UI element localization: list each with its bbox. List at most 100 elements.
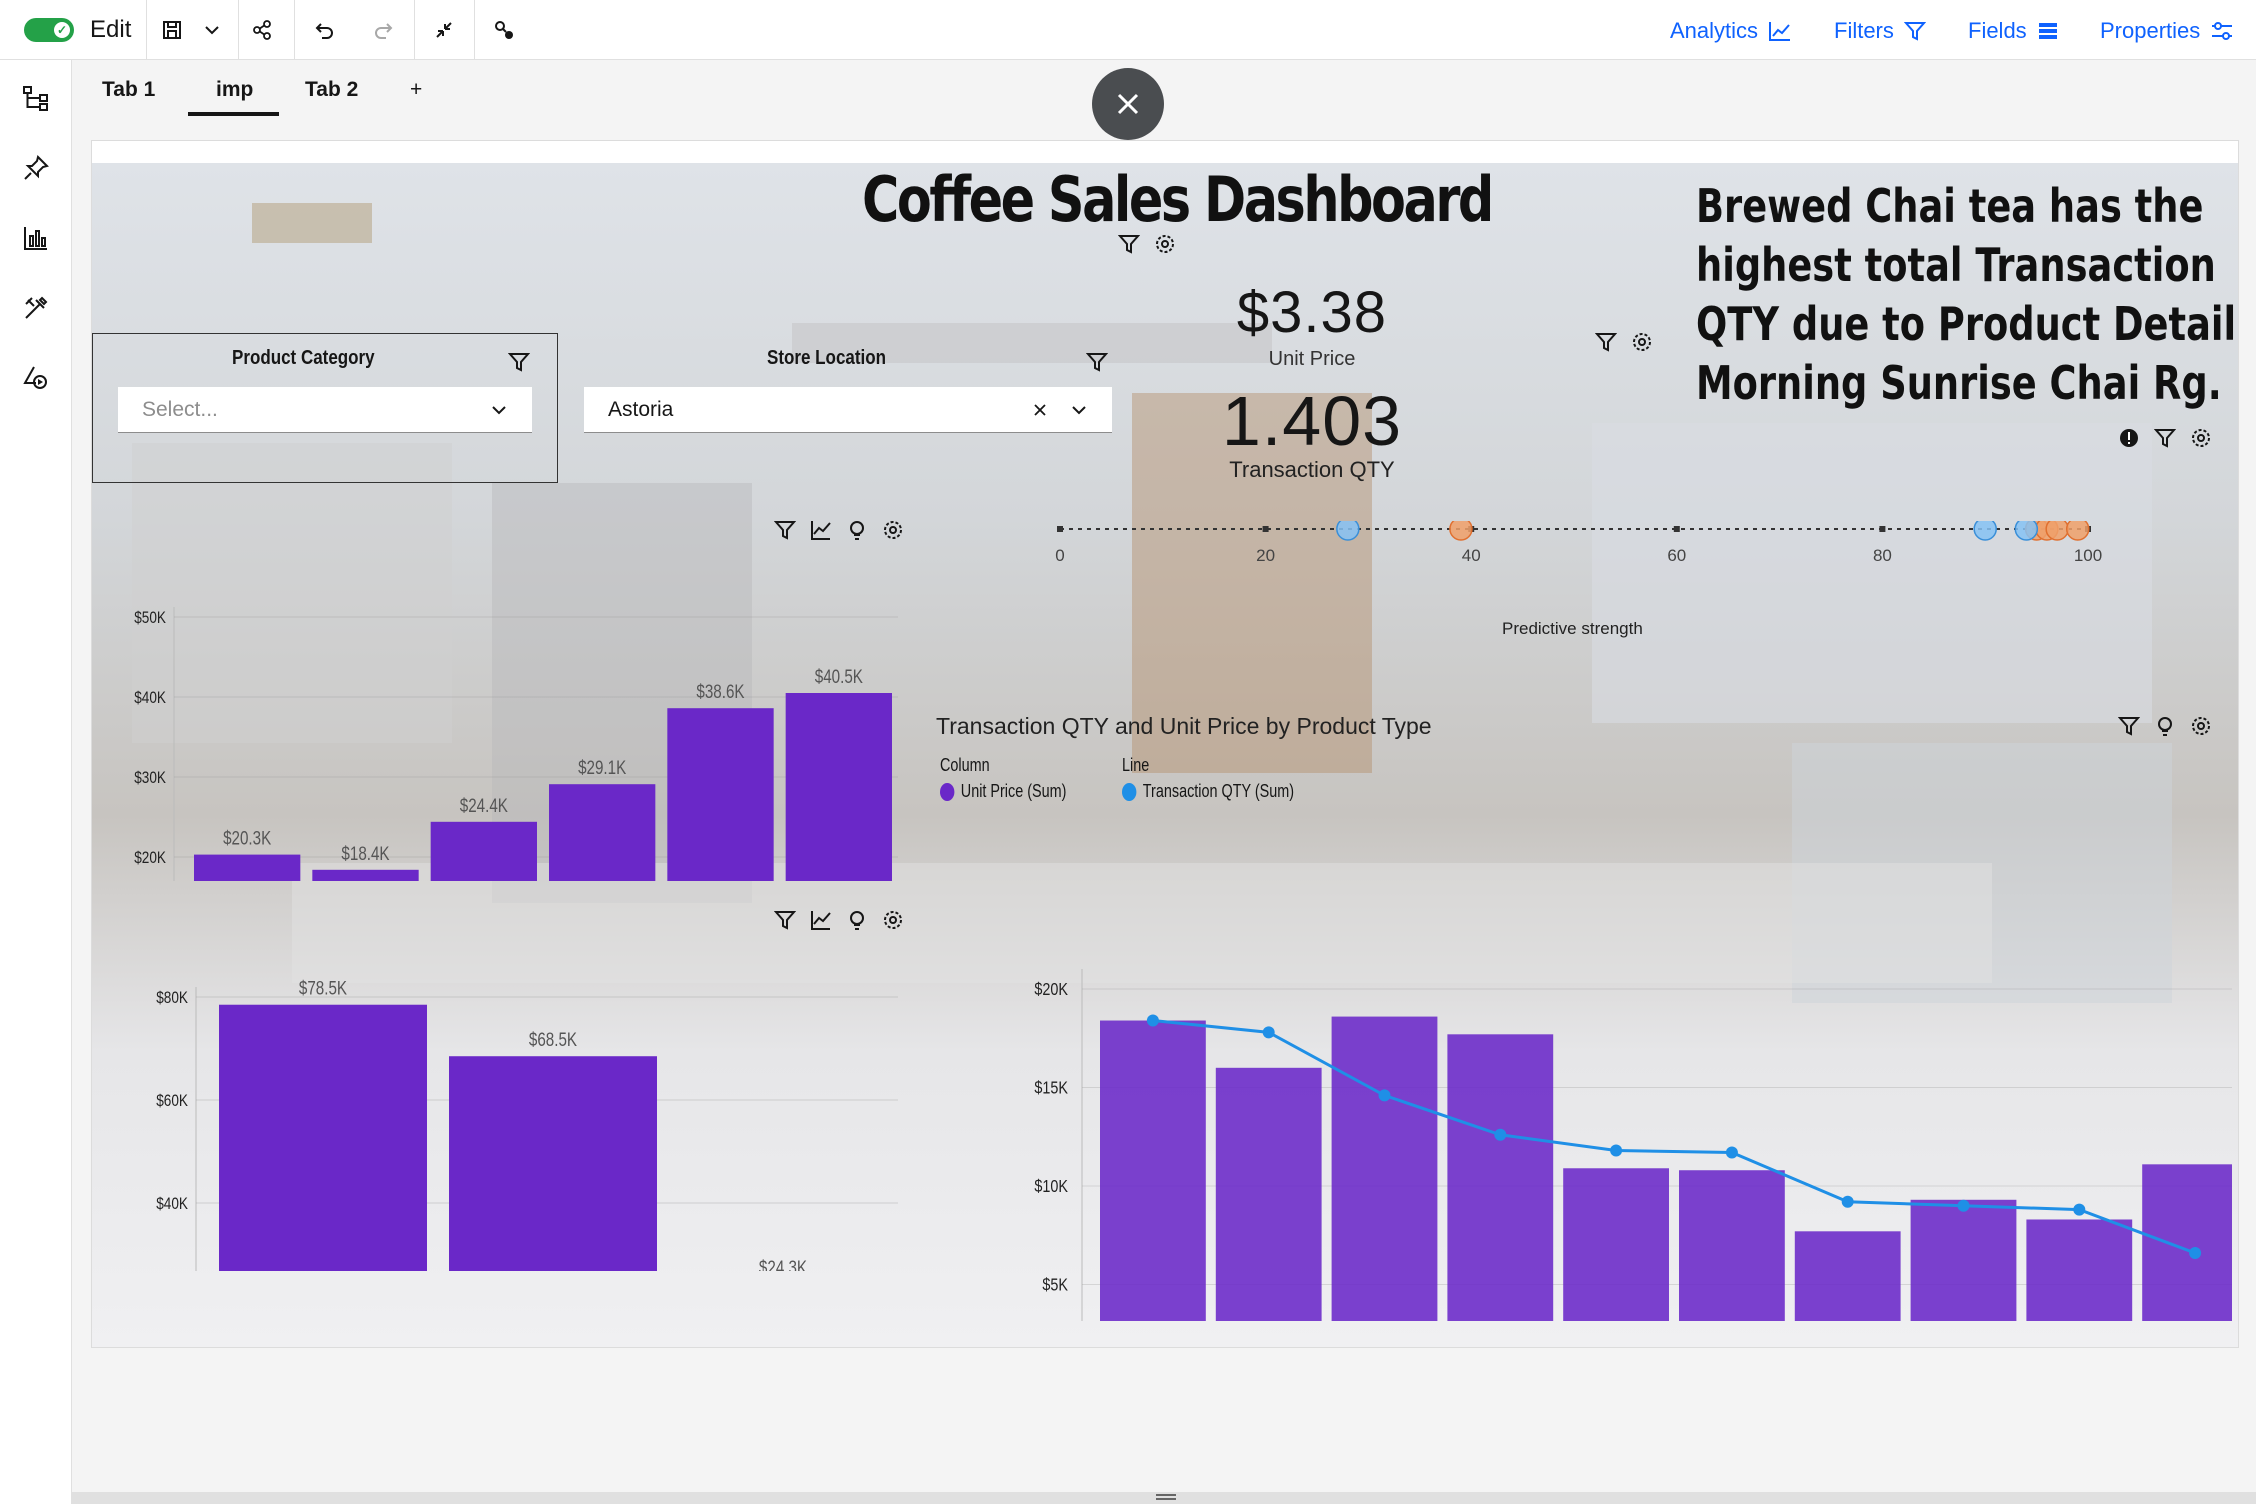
edit-label: Edit (90, 16, 132, 43)
select-value: Astoria (608, 397, 674, 421)
filters-label: Filters (1834, 18, 1894, 43)
monthly-chart-controls (774, 519, 904, 541)
connect-icon[interactable] (488, 14, 520, 46)
tick-label: 20 (1256, 546, 1275, 565)
store-location-select[interactable]: Astoria (584, 387, 1112, 433)
data-label: $38.6K (696, 681, 745, 703)
monthly-sales-chart: $0.00$10K$20K$30K$40K$50K$20.3KJanuary$1… (134, 607, 898, 881)
combo-chart-controls (2118, 715, 2212, 737)
blue-point (1336, 521, 1360, 541)
clear-icon[interactable] (1032, 402, 1048, 418)
bar (430, 821, 537, 881)
alert-icon[interactable] (2118, 427, 2140, 449)
filters-button[interactable]: Filters (1834, 18, 1926, 44)
fields-icon (2038, 23, 2057, 39)
trend-icon[interactable] (810, 519, 832, 541)
insight-text: Brewed Chai tea has the highest total Tr… (1696, 179, 2237, 410)
data-label: $20.3K (223, 827, 272, 849)
bar (1447, 1034, 1554, 1321)
line-point (2189, 1246, 2202, 1259)
tick-label: 100 (2074, 546, 2102, 565)
line-point (1610, 1144, 1623, 1157)
filter-icon[interactable] (1595, 331, 1617, 353)
unit-price-kpi: $3.38 Unit Price (1172, 279, 1452, 371)
filter-icon[interactable] (2118, 715, 2140, 737)
unit-price-label: Unit Price (1268, 348, 1356, 370)
shapes-icon[interactable] (18, 360, 54, 396)
redo-icon[interactable] (368, 14, 400, 46)
lightbulb-icon[interactable] (2154, 715, 2176, 737)
y-left-tick-label: $5K (1042, 1275, 1068, 1295)
lightbulb-icon[interactable] (846, 909, 868, 931)
lightbulb-icon[interactable] (846, 519, 868, 541)
line-point (1957, 1199, 1970, 1212)
settings-icon[interactable] (2190, 715, 2212, 737)
bar-chart-icon[interactable] (18, 220, 54, 256)
filter-icon[interactable] (1118, 233, 1140, 255)
filter-icon[interactable] (508, 351, 530, 373)
check-icon: ✓ (54, 22, 70, 38)
fields-button[interactable]: Fields (1968, 18, 2059, 44)
bar (449, 1056, 657, 1271)
settings-icon[interactable] (882, 909, 904, 931)
edit-toggle[interactable]: ✓ (24, 18, 74, 42)
axis-tick (1673, 526, 1680, 532)
settings-icon[interactable] (2190, 427, 2212, 449)
data-label: $78.5K (299, 977, 348, 999)
axis-tick (1057, 526, 1063, 532)
legend-line-item[interactable]: Transaction QTY (Sum) (1122, 781, 1294, 802)
transaction-qty-kpi: 1.403 Transaction QTY (1152, 381, 1472, 483)
filter-icon[interactable] (1086, 351, 1108, 373)
settings-icon[interactable] (1154, 233, 1176, 255)
bar (194, 854, 301, 881)
y-tick-label: $40K (156, 1195, 188, 1214)
bar (1794, 1231, 1901, 1321)
filter-icon[interactable] (2154, 427, 2176, 449)
y-left-tick-label: $15K (1034, 1078, 1068, 1098)
bar (1331, 1016, 1438, 1321)
line-point (2073, 1203, 2086, 1216)
data-label: $29.1K (578, 757, 627, 779)
analytics-icon (1769, 22, 1791, 41)
legend-column-item[interactable]: Unit Price (Sum) (940, 781, 1066, 802)
y-tick-label: $30K (134, 769, 166, 788)
trend-icon[interactable] (810, 909, 832, 931)
product-category-label: Product Category (232, 347, 375, 369)
bar (667, 708, 774, 881)
hierarchy-icon[interactable] (18, 80, 54, 116)
share-icon[interactable] (246, 14, 278, 46)
filter-icon[interactable] (774, 909, 796, 931)
tab-2[interactable]: Tab 2 (305, 78, 358, 102)
top-toolbar: ✓ Edit Analytics Filters Fields Properti… (0, 0, 2256, 60)
legend-line-header: Line (1122, 755, 1150, 775)
tools-icon[interactable] (18, 290, 54, 326)
y-left-tick-label: $10K (1034, 1177, 1068, 1197)
pin-icon[interactable] (18, 150, 54, 186)
settings-icon[interactable] (882, 519, 904, 541)
orange-point (2045, 521, 2069, 541)
analytics-button[interactable]: Analytics (1670, 18, 1792, 44)
collapse-icon[interactable] (428, 14, 460, 46)
tab-imp[interactable]: imp (188, 78, 280, 116)
chevron-down-icon (492, 406, 506, 415)
settings-icon[interactable] (1631, 331, 1653, 353)
axis-tick (1262, 526, 1269, 532)
save-icon[interactable] (156, 14, 188, 46)
properties-button[interactable]: Properties (2100, 18, 2234, 44)
close-button[interactable] (1092, 68, 1164, 140)
left-nav (0, 60, 72, 1504)
bottom-resize-bar[interactable] (72, 1492, 2256, 1504)
legend-column-header: Column (940, 755, 990, 775)
undo-icon[interactable] (308, 14, 340, 46)
add-tab-button[interactable]: + (410, 78, 422, 102)
bar (2026, 1219, 2133, 1321)
tick-label: 40 (1462, 546, 1481, 565)
filter-icon[interactable] (774, 519, 796, 541)
bar (1910, 1199, 2017, 1321)
bar (219, 1004, 427, 1271)
daypart-sales-chart: $0.00$20K$40K$60K$80K$78.5KMorning$68.5K… (156, 977, 898, 1271)
chevron-down-icon[interactable] (196, 14, 228, 46)
bar (1215, 1067, 1322, 1321)
product-category-select[interactable]: Select... (118, 387, 532, 433)
tab-1[interactable]: Tab 1 (102, 78, 155, 102)
